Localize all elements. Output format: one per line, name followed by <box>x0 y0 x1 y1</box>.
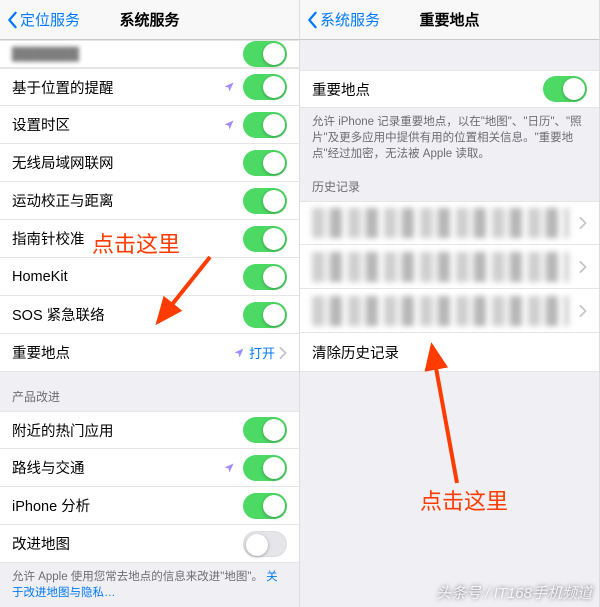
toggle-switch[interactable] <box>243 417 287 443</box>
list-item[interactable]: HomeKit <box>0 258 299 296</box>
back-button-right[interactable]: 系统服务 <box>300 9 380 30</box>
list-item[interactable]: iPhone 分析 <box>0 487 299 525</box>
list-item[interactable]: 基于位置的提醒 <box>0 68 299 106</box>
list-item[interactable]: 改进地图 <box>0 525 299 563</box>
toggle-switch[interactable] <box>243 531 287 557</box>
history-header: 历史记录 <box>300 168 599 201</box>
right-screen: 系统服务 重要地点 重要地点 允许 iPhone 记录重要地点，以在"地图"、"… <box>300 0 600 607</box>
left-content: ▇▇▇▇▇▇ 基于位置的提醒设置时区无线局域网联网运动校正与距离指南针校准 Hom… <box>0 40 299 607</box>
blurred-content <box>312 252 569 282</box>
list-item[interactable]: 附近的热门应用 <box>0 411 299 449</box>
history-item[interactable] <box>300 245 599 289</box>
toggle-switch[interactable] <box>243 74 287 100</box>
row-label: 改进地图 <box>12 533 70 554</box>
toggle-switch[interactable] <box>243 264 287 290</box>
clear-history-button[interactable]: 清除历史记录 <box>300 332 599 372</box>
row-label: 设置时区 <box>12 114 70 135</box>
row-label: 路线与交通 <box>12 457 85 478</box>
row-label: 重要地点 <box>312 79 370 100</box>
blurred-content <box>312 296 569 326</box>
nav-title-right: 重要地点 <box>419 9 479 30</box>
list-item[interactable]: SOS 紧急联络 <box>0 296 299 334</box>
list-item[interactable]: ▇▇▇▇▇▇ <box>0 40 299 68</box>
row-label: 基于位置的提醒 <box>12 77 114 98</box>
toggle-switch[interactable] <box>243 226 287 252</box>
main-toggle-row[interactable]: 重要地点 <box>300 70 599 108</box>
location-icon <box>223 119 235 131</box>
navbar-right: 系统服务 重要地点 <box>300 0 599 40</box>
row-label: 附近的热门应用 <box>12 420 114 441</box>
row-label: HomeKit <box>12 269 68 285</box>
toggle-switch[interactable] <box>243 112 287 138</box>
toggle-switch[interactable] <box>243 302 287 328</box>
back-button-left[interactable]: 定位服务 <box>0 9 80 30</box>
location-icon <box>233 347 245 359</box>
list-item[interactable]: 指南针校准 <box>0 220 299 258</box>
chevron-right-icon <box>279 347 287 359</box>
disclosure-value: 打开 <box>249 343 275 362</box>
chevron-right-icon <box>579 305 587 317</box>
chevron-left-icon <box>6 11 18 29</box>
clear-label: 清除历史记录 <box>312 342 399 363</box>
footer-text: 允许 Apple 使用您常去地点的信息来改进"地图"。 <box>12 571 263 583</box>
description-text: 允许 iPhone 记录重要地点，以在"地图"、"日历"、"照片"及更多应用中提… <box>300 108 599 168</box>
section-header-improve: 产品改进 <box>0 372 299 411</box>
nav-title-left: 系统服务 <box>119 9 179 30</box>
list-item[interactable]: 无线局域网联网 <box>0 144 299 182</box>
toggle-switch[interactable] <box>243 41 287 67</box>
row-label: iPhone 分析 <box>12 495 90 516</box>
row-label: 运动校正与距离 <box>12 190 114 211</box>
toggle-switch[interactable] <box>243 493 287 519</box>
toggle-switch[interactable] <box>243 455 287 481</box>
back-label: 定位服务 <box>20 9 80 30</box>
back-label: 系统服务 <box>320 9 380 30</box>
left-screen: 定位服务 系统服务 ▇▇▇▇▇▇ 基于位置的提醒设置时区无线局域网联网运动校正与… <box>0 0 300 607</box>
navbar-left: 定位服务 系统服务 <box>0 0 299 40</box>
history-item[interactable] <box>300 201 599 245</box>
blurred-content <box>312 208 569 238</box>
chevron-left-icon <box>306 11 318 29</box>
toggle-switch[interactable] <box>243 188 287 214</box>
footer-note: 允许 Apple 使用您常去地点的信息来改进"地图"。 关于改进地图与隐私… <box>0 563 299 607</box>
location-icon <box>223 462 235 474</box>
row-label: 无线局域网联网 <box>12 152 114 173</box>
right-content: 重要地点 允许 iPhone 记录重要地点，以在"地图"、"日历"、"照片"及更… <box>300 40 599 607</box>
disclosure: 打开 <box>233 343 287 362</box>
row-label: 指南针校准 <box>12 228 85 249</box>
toggle-switch[interactable] <box>243 150 287 176</box>
significant-locations-row[interactable]: 重要地点 打开 <box>0 334 299 372</box>
toggle-switch[interactable] <box>543 76 587 102</box>
chevron-right-icon <box>579 217 587 229</box>
list-item[interactable]: 设置时区 <box>0 106 299 144</box>
history-item[interactable] <box>300 289 599 333</box>
row-label: 重要地点 <box>12 342 70 363</box>
chevron-right-icon <box>579 261 587 273</box>
row-label: SOS 紧急联络 <box>12 304 105 325</box>
row-label: ▇▇▇▇▇▇ <box>12 46 79 62</box>
list-item[interactable]: 运动校正与距离 <box>0 182 299 220</box>
list-item[interactable]: 路线与交通 <box>0 449 299 487</box>
location-icon <box>223 81 235 93</box>
